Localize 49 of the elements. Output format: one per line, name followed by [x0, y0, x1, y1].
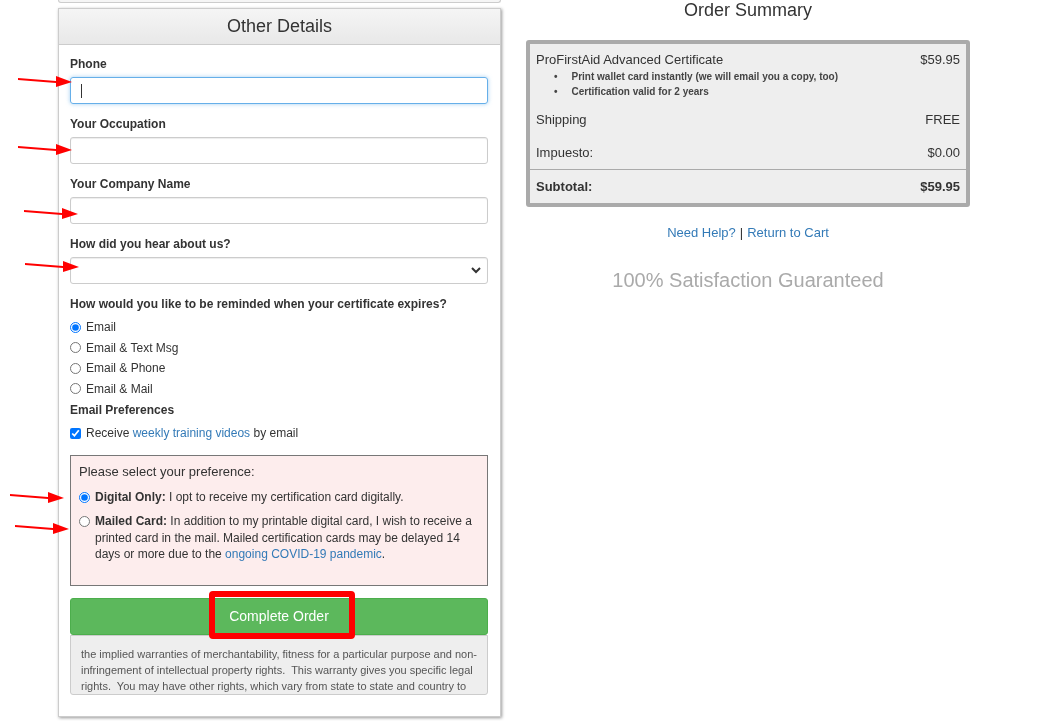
help-link[interactable]: Need Help? [667, 225, 736, 240]
option-label: Email & Mail [86, 381, 153, 396]
text-cursor [81, 83, 82, 98]
bullet: • [554, 85, 558, 99]
separator: | [739, 225, 744, 240]
radio-button[interactable] [70, 342, 81, 354]
summary-label: Shipping [536, 112, 587, 127]
option-label: Email & Text Msg [86, 340, 179, 355]
option-label: Digital Only: I opt to receive my certification card digitally. [95, 488, 404, 505]
terms-field[interactable]: the implied warranties of merchantability, fitness for a particular purpose and non- infringement of intellectual property rights. This warranty gives you specific legal rights. You may have other rights, which vary from state to state and country to [70, 634, 488, 695]
guarantee-text: 100% Satisfaction Guaranteed [612, 269, 884, 292]
covid-link[interactable]: ongoing COVID-19 pandemic [225, 547, 382, 561]
summary-label: Impuesto: [536, 145, 594, 160]
product-price: $59.95 [920, 52, 960, 69]
input-field[interactable] [70, 197, 488, 224]
field-label: How would you like to be reminded when your certificate expires? [70, 297, 448, 311]
chevron-down-icon [471, 267, 481, 274]
preference-title: Please select your preference: [79, 463, 256, 479]
field-label: Phone [70, 57, 108, 71]
input-field[interactable] [70, 137, 488, 164]
radio-button[interactable] [70, 362, 81, 374]
input-field[interactable] [70, 77, 488, 104]
summary-value: $0.00 [927, 145, 960, 160]
subtotal-label: Subtotal: [536, 179, 593, 194]
radio-button[interactable] [70, 383, 81, 395]
option-label: Receive weekly training videos by email [86, 426, 299, 441]
training-videos-link[interactable]: weekly training videos [132, 426, 251, 441]
radio-button[interactable] [79, 516, 90, 527]
feature-item: Print wallet card instantly (we will email you a copy, too) [571, 70, 839, 84]
checkbox[interactable] [70, 427, 81, 439]
complete-order-button[interactable]: Complete Order [70, 597, 488, 635]
bullet: • [554, 70, 558, 84]
radio-button[interactable] [70, 321, 81, 333]
cart-link[interactable]: Return to Cart [747, 225, 829, 240]
summary-value: FREE [925, 112, 960, 127]
option-label: Mailed Card: In addition to my printable digital card, I wish to receive a printed card in the mail. Mailed certification cards may be delayed 14 days or more due to the ongoing COVID-19 pandemic. [95, 513, 473, 563]
radio-button[interactable] [79, 491, 90, 503]
panel-title: Other Details [59, 9, 500, 45]
field-label: Your Occupation [70, 117, 167, 131]
field-label: How did you hear about us? [70, 237, 232, 251]
option-label: Email [86, 320, 116, 335]
field-label: Your Company Name [70, 177, 192, 191]
option-label: Email & Phone [86, 361, 166, 376]
summary-title: Order Summary [684, 0, 812, 22]
feature-item: Certification valid for 2 years [571, 85, 709, 99]
field-label: Email Preferences [70, 403, 176, 417]
product-name: ProFirstAid Advanced Certificate [536, 52, 725, 67]
select-field[interactable] [70, 257, 488, 284]
subtotal-value: $59.95 [920, 179, 960, 194]
